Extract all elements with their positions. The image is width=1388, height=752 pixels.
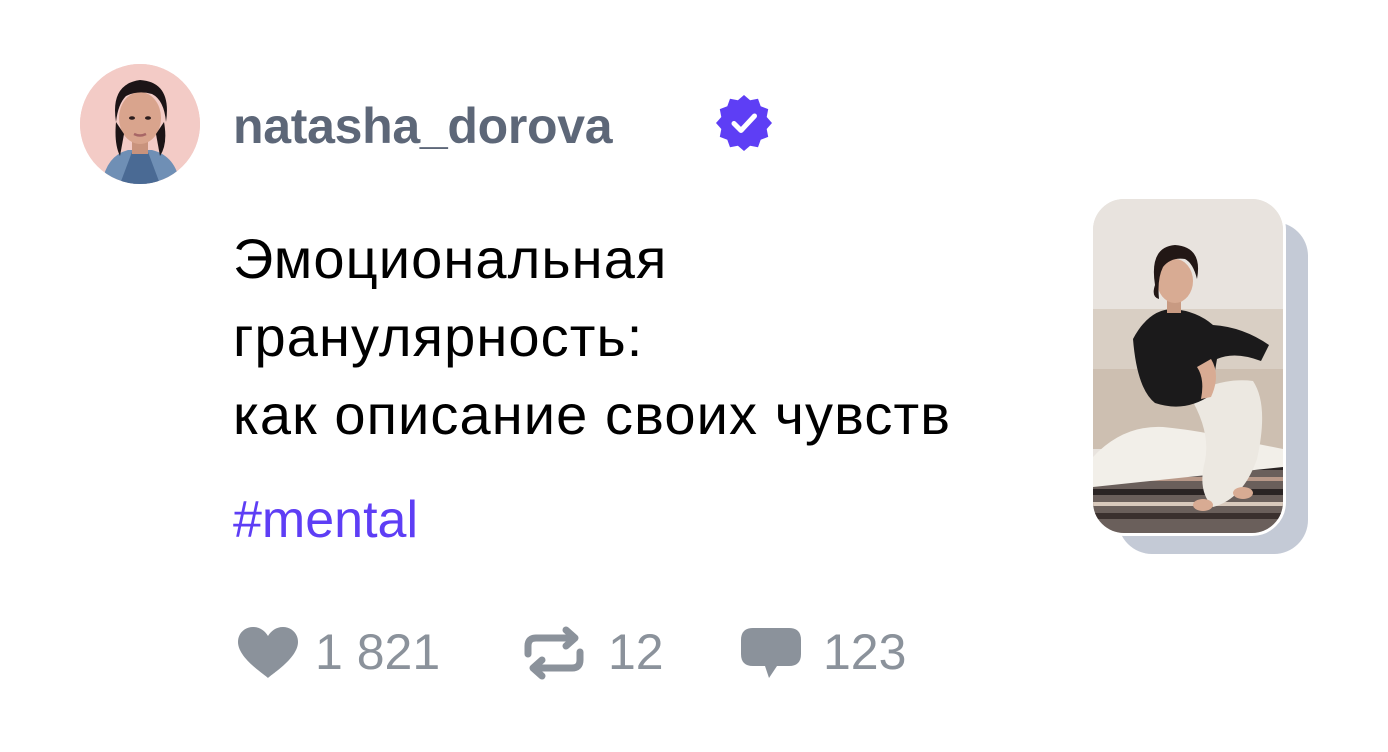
post-title-line: как описание своих чувств bbox=[233, 383, 952, 446]
post-title-line: гранулярность: bbox=[233, 305, 644, 368]
likes-count: 1 821 bbox=[315, 624, 441, 680]
heart-icon bbox=[238, 627, 298, 678]
author-avatar[interactable] bbox=[80, 64, 200, 184]
post-photo[interactable] bbox=[1090, 196, 1286, 536]
comments-count: 123 bbox=[823, 624, 907, 680]
author-username[interactable]: natasha_dorova bbox=[233, 96, 613, 156]
reposts-count: 12 bbox=[608, 624, 664, 680]
comment-icon bbox=[741, 628, 801, 678]
repost-icon bbox=[524, 626, 584, 680]
verified-badge-icon bbox=[716, 95, 772, 151]
post-title-line: Эмоциональная bbox=[233, 227, 668, 290]
hashtag-link[interactable]: #mental bbox=[233, 488, 418, 552]
post-title[interactable]: Эмоциональная гранулярность: как описани… bbox=[233, 220, 1095, 460]
post-photo-image bbox=[1093, 199, 1283, 533]
avatar-photo bbox=[80, 64, 200, 184]
